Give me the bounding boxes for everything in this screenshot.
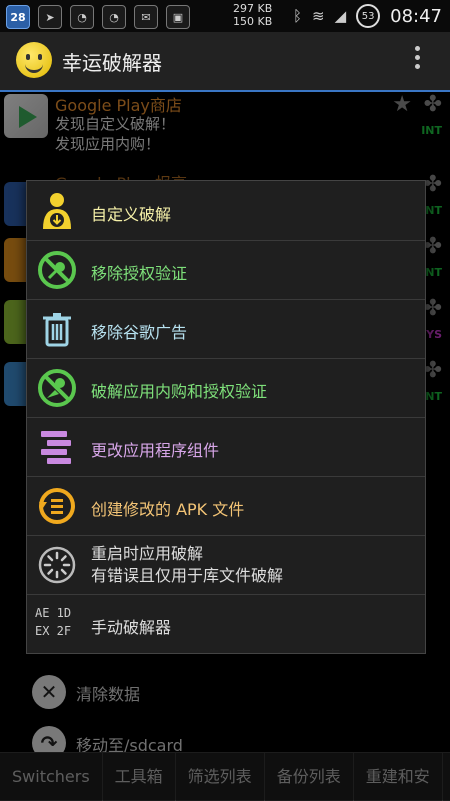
menu-item-label: 移除授权验证: [91, 264, 188, 283]
menu-item-remove-license[interactable]: 移除授权验证: [27, 240, 425, 300]
hex-code-icon: AE 1D EX 2F: [35, 606, 72, 638]
menu-item-remove-ads[interactable]: 移除谷歌广告: [27, 299, 425, 359]
menu-item-patch-inapp-license[interactable]: 破解应用内购和授权验证: [27, 358, 425, 418]
menu-item-label: 移除谷歌广告: [91, 323, 188, 342]
overflow-menu-icon[interactable]: [415, 46, 420, 73]
menu-item-label: 重启时应用破解: [91, 544, 204, 563]
no-key-icon: [38, 251, 76, 289]
trash-icon: [43, 313, 71, 347]
menu-item-label: 创建修改的 APK 文件: [91, 500, 245, 519]
menu-item-change-components[interactable]: 更改应用程序组件: [27, 417, 425, 477]
menu-item-label: 更改应用程序组件: [91, 441, 220, 460]
network-speed: 297 KB 150 KB: [233, 2, 273, 28]
no-purchase-icon: [38, 369, 76, 407]
shopping-bag-icon: ▣: [166, 5, 190, 29]
app-notification-icon: ◔: [70, 5, 94, 29]
menu-item-sublabel: 有错误且仅用于库文件破解: [91, 566, 284, 585]
chat-icon: ✉: [134, 5, 158, 29]
app-title: 幸运破解器: [62, 51, 162, 75]
rebuild-apk-icon: [39, 488, 75, 524]
menu-item-label: 手动破解器: [91, 618, 172, 637]
components-list-icon: [41, 431, 71, 464]
menu-item-create-apk[interactable]: 创建修改的 APK 文件: [27, 476, 425, 536]
signal-icon: ◢: [334, 7, 347, 25]
menu-item-patch-on-reboot[interactable]: 重启时应用破解 有错误且仅用于库文件破解: [27, 535, 425, 595]
wifi-icon: ≋: [312, 7, 325, 25]
custom-patch-icon: [43, 193, 71, 229]
bluetooth-icon: ᛒ: [292, 7, 302, 25]
status-bar: 28 ➤ ◔ ◔ ✉ ▣ 297 KB 150 KB ᛒ ≋ ◢ 53 08:4…: [0, 0, 450, 32]
clock: 08:47: [390, 5, 442, 27]
battery-icon: 53: [356, 4, 381, 28]
menu-item-manual-patcher[interactable]: AE 1D EX 2F 手动破解器: [27, 594, 425, 653]
patch-menu: 自定义破解 移除授权验证 移除谷歌广告 破解应用内购和授权验证 更改应用程序组件…: [26, 180, 426, 654]
calendar-icon: 28: [6, 5, 30, 29]
menu-item-label: 自定义破解: [91, 205, 172, 224]
menu-item-label: 破解应用内购和授权验证: [91, 382, 268, 401]
app-bar: 幸运破解器: [0, 32, 450, 92]
smiley-logo-icon: [16, 42, 52, 78]
loading-spinner-icon: [38, 546, 76, 584]
app-notification-icon: ◔: [102, 5, 126, 29]
menu-item-custom-patch[interactable]: 自定义破解: [27, 181, 425, 241]
send-icon: ➤: [38, 5, 62, 29]
